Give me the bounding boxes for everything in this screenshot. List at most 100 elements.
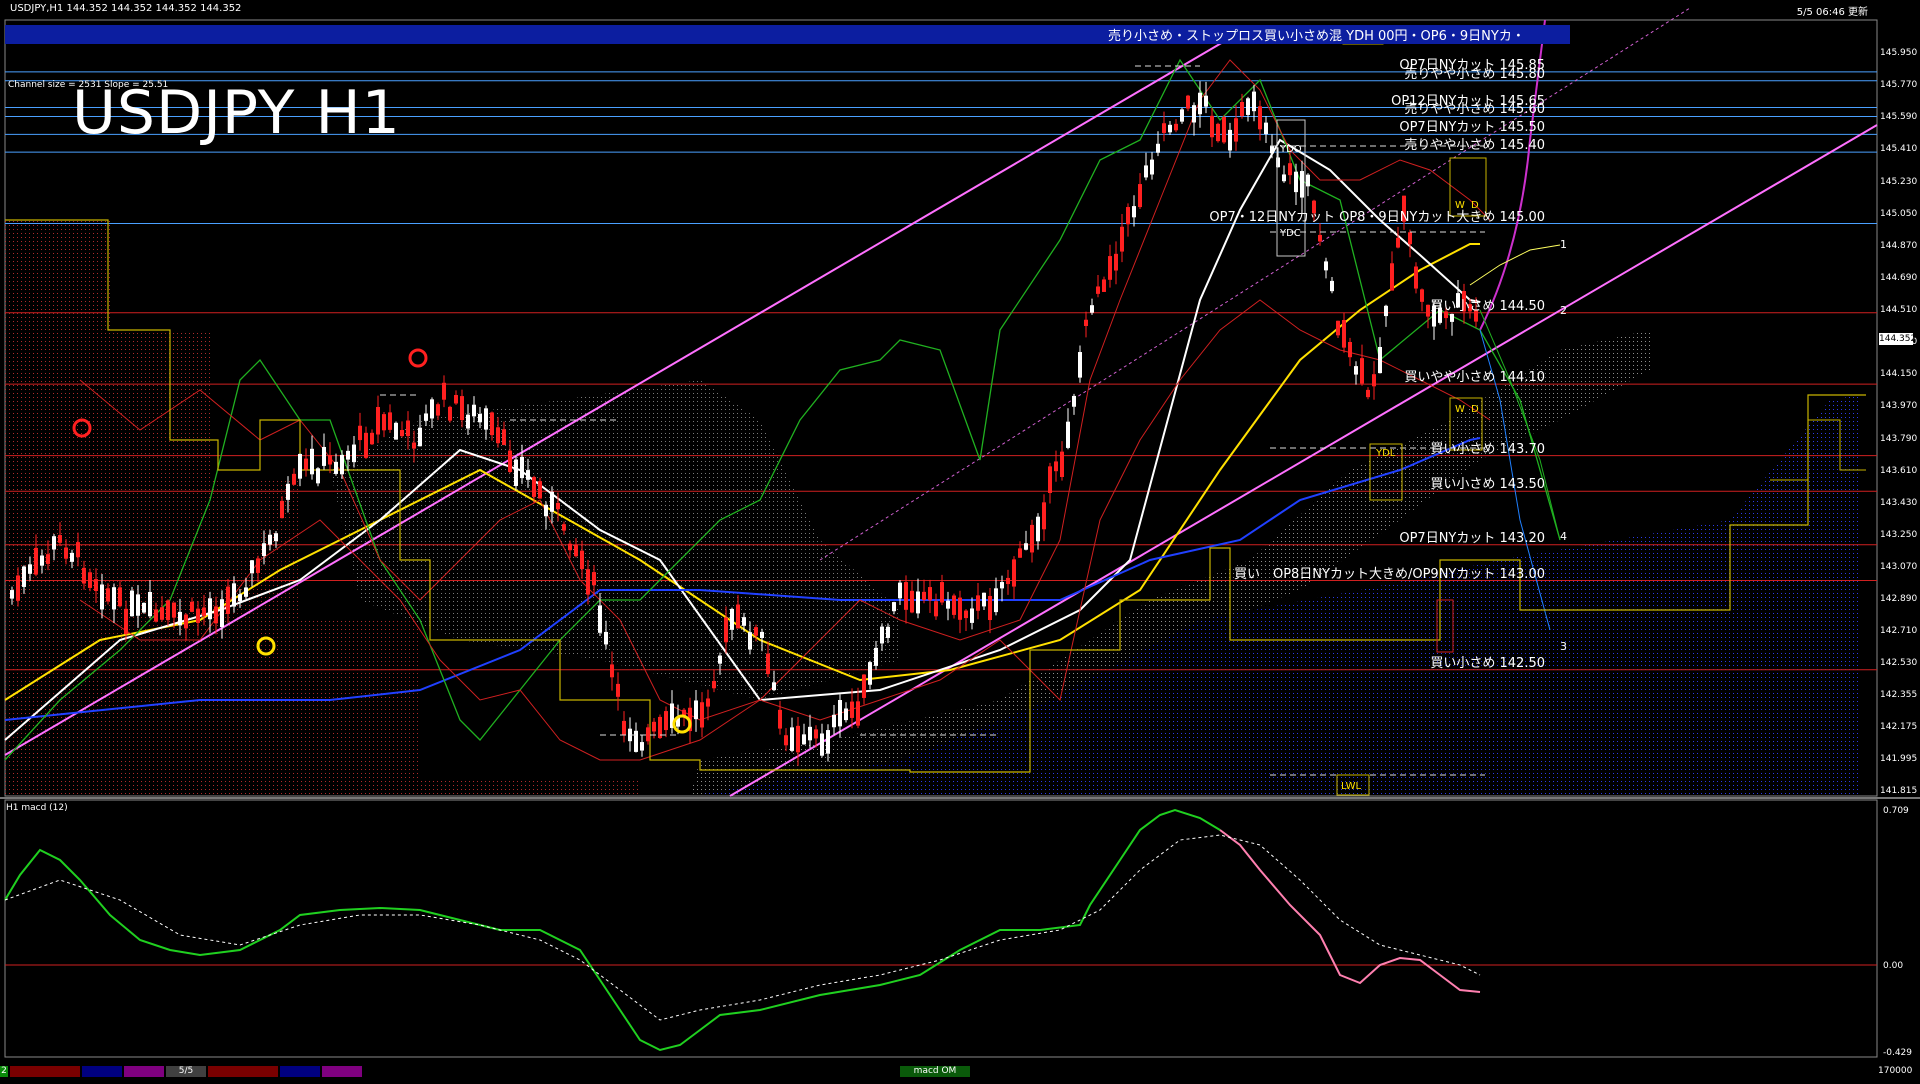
- candle-body: [1300, 171, 1304, 198]
- candle-body: [1198, 92, 1202, 115]
- bottom-tab-0[interactable]: 2: [0, 1066, 8, 1077]
- candle-body: [964, 610, 968, 619]
- candle-body: [742, 617, 746, 626]
- candle-body: [202, 607, 206, 617]
- candle-body: [880, 626, 884, 644]
- candle-body: [664, 711, 668, 731]
- candle-body: [10, 590, 14, 599]
- level-label-13: 買い小さめ 142.50: [1430, 655, 1545, 671]
- candle-body: [874, 647, 878, 666]
- w-label-lower: W: [1455, 404, 1465, 415]
- candle-body: [226, 586, 230, 614]
- candle-body: [790, 727, 794, 751]
- candle-body: [754, 627, 758, 636]
- candle-body: [148, 591, 152, 617]
- candle-body: [1414, 266, 1418, 289]
- candle-body: [40, 555, 44, 566]
- candle-body: [370, 432, 374, 445]
- candle-body: [76, 542, 80, 558]
- candle-body: [16, 575, 20, 601]
- candle-body: [562, 524, 566, 531]
- candle-body: [430, 399, 434, 419]
- macd-signal: [4, 834, 1481, 1021]
- channel-mid: [819, 7, 1691, 561]
- candle-body: [106, 588, 110, 602]
- level-label-7: 買い小さめ 144.50: [1430, 298, 1545, 314]
- candle-body: [124, 608, 128, 635]
- candle-body: [136, 594, 140, 616]
- candle-body: [214, 606, 218, 624]
- chart-canvas: YDOYDCYDLLWLYDHWDWD12340.7090.00-0.429: [0, 7, 1920, 1058]
- y-tick-22: 141.995: [1880, 753, 1918, 764]
- level-label-9: 買い小さめ 143.70: [1430, 441, 1545, 457]
- bottom-tab-1[interactable]: [10, 1066, 80, 1077]
- level-label-10: 買い小さめ 143.50: [1430, 477, 1545, 493]
- candle-body: [1066, 421, 1070, 448]
- candle-body: [94, 579, 98, 591]
- candle-body: [844, 708, 848, 721]
- candle-body: [82, 567, 86, 584]
- candle-body: [250, 560, 254, 574]
- candle-body: [574, 544, 578, 557]
- bottom-tab-3[interactable]: [124, 1066, 164, 1077]
- candle-body: [886, 626, 890, 638]
- candle-body: [526, 470, 530, 480]
- bottom-tab-6[interactable]: [280, 1066, 320, 1077]
- candle-body: [232, 583, 236, 607]
- y-tick-21: 142.175: [1880, 721, 1918, 732]
- candle-body: [1120, 226, 1124, 252]
- candle-body: [928, 587, 932, 601]
- candle-body: [112, 587, 116, 610]
- candle-body: [1192, 105, 1196, 123]
- candle-body: [460, 396, 464, 421]
- candle-body: [28, 564, 32, 574]
- bottom-tab-7[interactable]: [322, 1066, 362, 1077]
- candle-body: [592, 572, 596, 586]
- candle-body: [802, 734, 806, 745]
- candle-body: [730, 608, 734, 630]
- ydl-label: YDL: [1375, 448, 1396, 459]
- candle-body: [118, 587, 122, 607]
- candle-body: [1042, 502, 1046, 530]
- candle-body: [292, 473, 296, 485]
- bottom-tab-4[interactable]: 5/5: [166, 1066, 206, 1077]
- candle-body: [550, 491, 554, 512]
- bottom-tab-8[interactable]: macd OM: [900, 1066, 970, 1077]
- candle-body: [520, 456, 524, 479]
- candle-body: [1024, 543, 1028, 550]
- candle-body: [376, 406, 380, 435]
- bottom-right-label: 170000: [1878, 1066, 1913, 1076]
- candle-body: [472, 404, 476, 417]
- level-label-1: 売りやや小さめ 145.80: [1404, 66, 1545, 82]
- candle-body: [646, 727, 650, 742]
- candle-body: [1288, 163, 1292, 176]
- candle-body: [208, 598, 212, 620]
- candle-body: [256, 558, 260, 573]
- candle-body: [952, 595, 956, 615]
- macd-frame: [4, 799, 1878, 1058]
- candle-body: [364, 432, 368, 458]
- candle-body: [286, 483, 290, 500]
- candle-body: [532, 477, 536, 497]
- bottom-tab-5[interactable]: [208, 1066, 278, 1077]
- candle-body: [826, 730, 830, 754]
- macd-title: H1 macd (12): [6, 803, 68, 813]
- candle-body: [388, 412, 392, 430]
- candle-body: [1234, 118, 1238, 142]
- candle-body: [1060, 451, 1064, 477]
- candle-body: [898, 582, 902, 599]
- candle-body: [724, 617, 728, 643]
- candle-body: [1126, 207, 1130, 225]
- candle-body: [1390, 263, 1394, 291]
- candle-body: [694, 700, 698, 720]
- y-tick-0: 145.950: [1880, 48, 1918, 58]
- candle-body: [1366, 389, 1370, 398]
- y-tick-2: 145.590: [1880, 112, 1918, 123]
- candle-body: [1186, 95, 1190, 109]
- bottom-tab-2[interactable]: [82, 1066, 122, 1077]
- candle-body: [280, 500, 284, 519]
- candle-body: [820, 733, 824, 756]
- level-label-4: OP7日NYカット 145.50: [1399, 120, 1545, 136]
- candle-body: [796, 725, 800, 753]
- candle-body: [238, 594, 242, 602]
